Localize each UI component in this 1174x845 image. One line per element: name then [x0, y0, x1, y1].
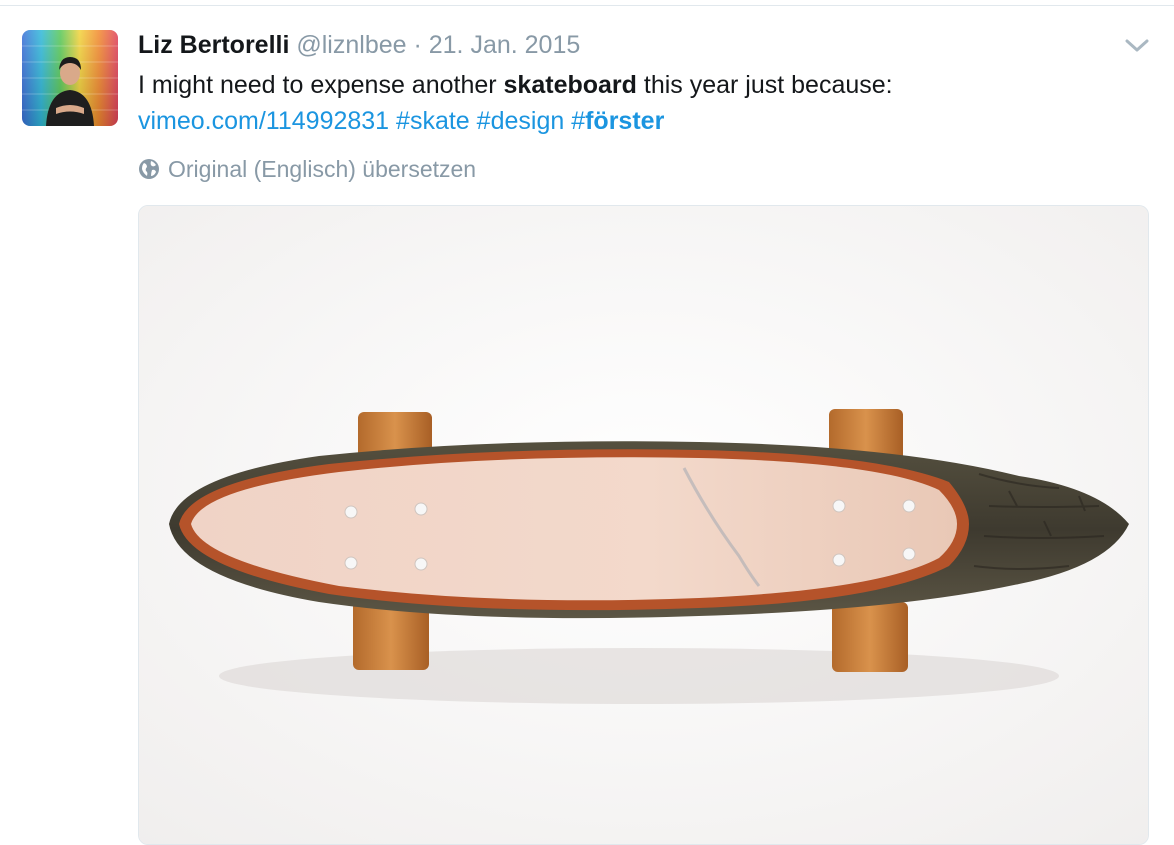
hashtag-text: förster [585, 107, 665, 135]
translate-label: Original (Englisch) übersetzen [168, 156, 477, 182]
hashtag-prefix: # [571, 107, 586, 135]
hashtag-design[interactable]: #design [477, 107, 565, 135]
tweet-header: Liz Bertorelli @liznlbee · 21. Jan. 2015 [138, 31, 580, 59]
media-photo[interactable] [138, 205, 1149, 845]
author-username[interactable]: @liznlbee [296, 31, 406, 59]
avatar[interactable] [22, 30, 118, 126]
hashtag-forster[interactable]: #förster [571, 107, 664, 135]
tweet-text-line-1: I might need to expense another skateboa… [138, 67, 1138, 103]
chevron-down-icon[interactable] [1122, 33, 1152, 57]
tweet-text-line-2: vimeo.com/114992831 #skate #design #förs… [138, 103, 1138, 139]
tweet-text-part: this year just because: [636, 71, 893, 99]
tweet-text: I might need to expense another skateboa… [138, 67, 1138, 139]
tweet-text-part: I might need to expense another [138, 71, 504, 99]
hashtag-skate[interactable]: #skate [396, 107, 470, 135]
tweet-timestamp[interactable]: 21. Jan. 2015 [429, 31, 581, 59]
skateboard-image [139, 206, 1148, 844]
vimeo-link[interactable]: vimeo.com/114992831 [138, 107, 389, 135]
globe-icon [139, 159, 159, 179]
separator-dot: · [406, 31, 429, 59]
author-fullname[interactable]: Liz Bertorelli [138, 31, 289, 59]
translate-button[interactable]: Original (Englisch) übersetzen [138, 154, 476, 184]
tweet-text-highlight: skateboard [503, 71, 637, 99]
tweet[interactable]: Liz Bertorelli @liznlbee · 21. Jan. 2015… [0, 7, 1174, 845]
timeline-divider [0, 0, 1174, 6]
